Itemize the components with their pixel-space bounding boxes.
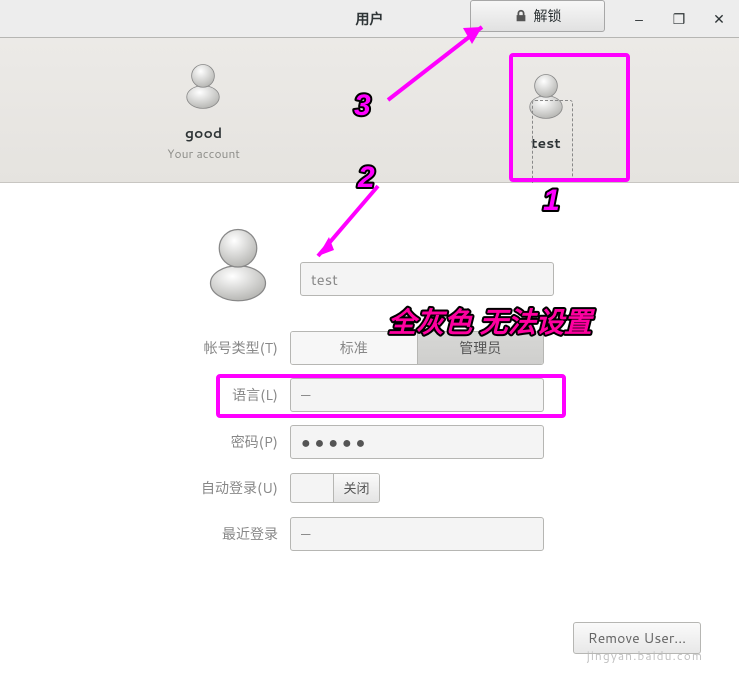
auto-login-switch[interactable]: 关闭	[290, 473, 380, 503]
row-last-login: 最近登录 —	[178, 517, 544, 551]
titlebar: 用户 解锁 – ❐ ✕	[0, 0, 739, 38]
user-name-label: test	[531, 133, 561, 153]
last-login-value: —	[301, 524, 310, 544]
full-name-value: test	[311, 269, 338, 290]
password-value: ●●●●●	[301, 431, 369, 454]
account-type-admin-button[interactable]: 管理员	[418, 332, 544, 364]
language-value: —	[301, 385, 310, 405]
users-settings-window: 用户 解锁 – ❐ ✕ good Your account	[0, 0, 739, 678]
auto-login-label: 自动登录(U)	[178, 478, 278, 498]
avatar-icon	[520, 68, 572, 125]
account-type-label: 帐号类型(T)	[178, 338, 278, 358]
close-button[interactable]: ✕	[699, 0, 739, 38]
user-name-label: good	[185, 123, 222, 143]
user-tile-selected[interactable]: test	[520, 68, 572, 153]
last-login-field: —	[290, 517, 544, 551]
maximize-button[interactable]: ❐	[659, 0, 699, 38]
language-field[interactable]: —	[290, 378, 544, 412]
account-type-switcher: 标准 管理员	[290, 331, 544, 365]
unlock-button[interactable]: 解锁	[470, 0, 605, 32]
full-name-field[interactable]: test	[300, 262, 554, 296]
detail-avatar-icon[interactable]	[198, 222, 278, 307]
row-account-type: 帐号类型(T) 标准 管理员	[178, 331, 544, 365]
account-type-standard-button[interactable]: 标准	[291, 332, 417, 364]
language-label: 语言(L)	[178, 385, 278, 405]
remove-user-label: Remove User...	[588, 628, 686, 648]
avatar-icon	[177, 58, 229, 115]
row-password: 密码(P) ●●●●●	[178, 425, 544, 459]
users-strip: good Your account test	[0, 38, 739, 183]
password-field[interactable]: ●●●●●	[290, 425, 544, 459]
row-language: 语言(L) —	[178, 378, 544, 412]
remove-user-button[interactable]: Remove User...	[573, 622, 701, 654]
switch-off-knob: 关闭	[333, 474, 379, 502]
row-auto-login: 自动登录(U) 关闭	[178, 471, 380, 505]
last-login-label: 最近登录	[178, 524, 278, 544]
unlock-button-label: 解锁	[534, 6, 562, 26]
password-label: 密码(P)	[178, 432, 278, 452]
minimize-button[interactable]: –	[619, 0, 659, 38]
user-tile-current[interactable]: good Your account	[167, 58, 240, 162]
user-subtitle-label: Your account	[167, 145, 240, 162]
lock-icon	[514, 9, 528, 23]
window-controls: – ❐ ✕	[619, 0, 739, 38]
